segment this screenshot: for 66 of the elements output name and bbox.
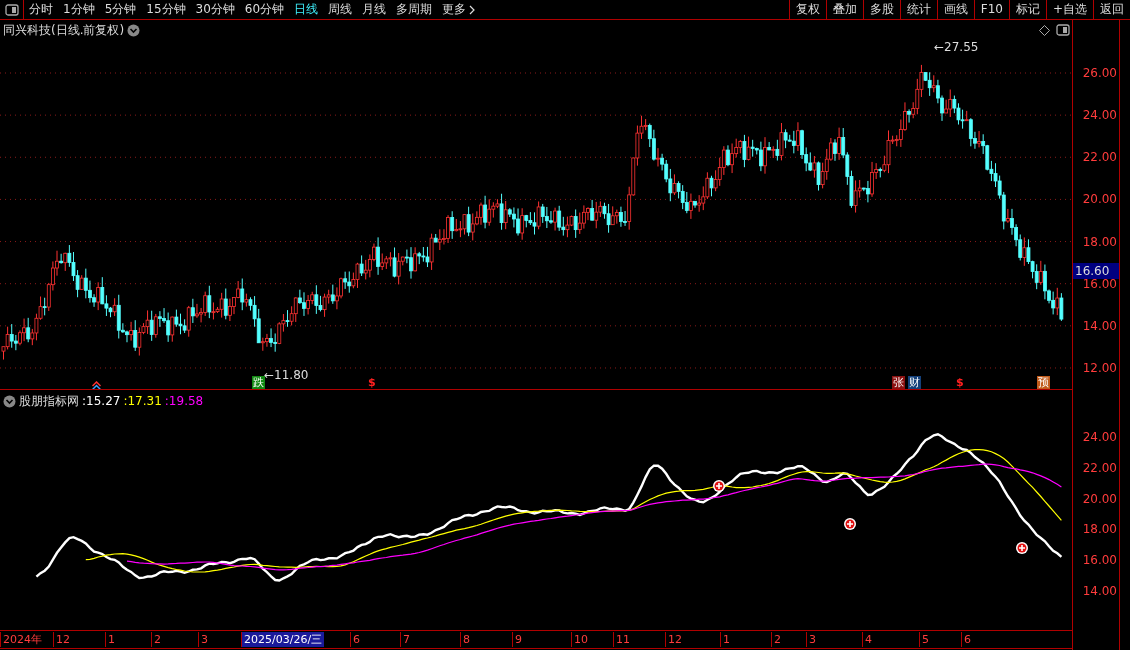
date-label: 2024年 — [0, 632, 44, 647]
axis-label: 12.00 — [1082, 360, 1117, 375]
axis-label: 20.00 — [1082, 192, 1117, 207]
diamond-icon — [1039, 24, 1050, 36]
dropdown-icon — [3, 394, 16, 408]
date-label: 2025/03/26/三 — [241, 632, 325, 647]
date-label: 6 — [961, 632, 973, 647]
period-tab[interactable]: 多周期 — [391, 0, 438, 19]
indicator-value: :15.27 — [82, 393, 121, 410]
panel-toggle-icon — [4, 3, 19, 16]
axis-label: 26.00 — [1082, 66, 1117, 80]
plus-circle-icon — [1016, 542, 1028, 554]
axis-label: 20.00 — [1082, 491, 1117, 506]
date-label: 8 — [460, 632, 472, 647]
current-price-label: 16.60 — [1073, 263, 1119, 280]
chart-marker: 预 — [1037, 376, 1050, 389]
indicator-value: :19.58 — [164, 393, 204, 410]
high-price-label: ←27.55 — [934, 39, 979, 56]
period-tab[interactable]: 30分钟 — [190, 0, 240, 19]
axis-label: 18.00 — [1082, 234, 1117, 249]
axis-label: 24.00 — [1082, 108, 1117, 123]
period-tab[interactable]: 5分钟 — [99, 0, 142, 19]
chart-marker: $ — [955, 376, 965, 389]
period-tab[interactable]: 60分钟 — [239, 0, 290, 19]
chart-marker: 财 — [908, 376, 921, 389]
plus-circle-icon — [713, 480, 725, 492]
chart-marker: 跌 — [252, 376, 265, 389]
date-label: 12 — [53, 632, 72, 647]
panel-toggle-icon — [1056, 24, 1070, 36]
chart-title: 同兴科技(日线.前复权) — [3, 22, 125, 39]
period-tab[interactable]: 日线 — [289, 0, 324, 19]
dropdown-icon — [127, 23, 141, 37]
date-label: 11 — [613, 632, 632, 647]
axis-label: 14.00 — [1082, 584, 1117, 598]
axis-label: 14.00 — [1082, 318, 1117, 333]
period-tab[interactable]: 分时 — [24, 0, 58, 19]
period-tab[interactable]: 1分钟 — [58, 0, 100, 19]
axis-label: 22.00 — [1082, 460, 1117, 475]
axis-label: 16.00 — [1082, 553, 1117, 568]
plus-circle-icon — [844, 518, 856, 530]
indicator-value: :17.31 — [123, 393, 162, 410]
date-label: 10 — [571, 632, 590, 647]
date-label: 3 — [198, 632, 210, 647]
date-label: 2 — [771, 632, 783, 647]
chart-marker: 张 — [892, 376, 905, 389]
axis-label: 18.00 — [1082, 522, 1117, 537]
period-tab[interactable]: 周线 — [323, 0, 358, 19]
date-label: 2 — [151, 632, 163, 647]
date-label: 9 — [512, 632, 524, 647]
date-label: 5 — [919, 632, 931, 647]
date-label: 3 — [806, 632, 818, 647]
date-label: 1 — [105, 632, 117, 647]
axis-label: 24.00 — [1082, 430, 1117, 444]
period-tab[interactable]: 15分钟 — [141, 0, 191, 19]
date-label: 4 — [862, 632, 874, 647]
low-price-label: ←11.80 — [264, 367, 309, 384]
up-arrow-icon — [92, 381, 101, 389]
date-label: 12 — [665, 632, 684, 647]
period-tab[interactable]: 更多 — [437, 0, 472, 19]
date-label: 6 — [350, 632, 362, 647]
date-label: 1 — [720, 632, 732, 647]
date-label: 7 — [400, 632, 412, 647]
period-tab[interactable]: 月线 — [357, 0, 392, 19]
indicator-name: 股朋指标网 — [19, 393, 79, 410]
chart-marker: $ — [367, 376, 377, 389]
axis-label: 22.00 — [1082, 150, 1117, 165]
